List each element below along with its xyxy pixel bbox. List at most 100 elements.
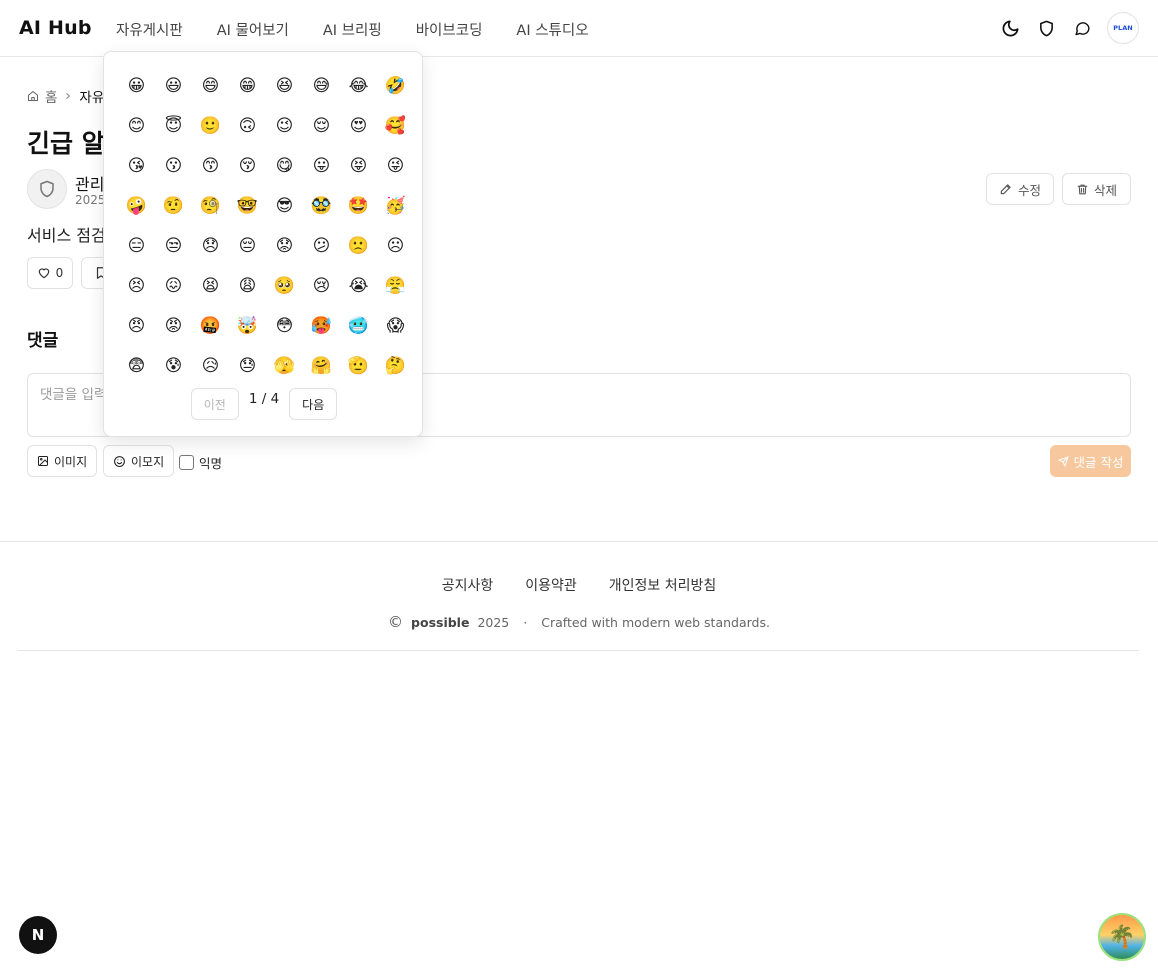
- emoji-option[interactable]: 😆: [266, 66, 303, 106]
- island-widget-button[interactable]: 🌴: [1098, 913, 1146, 961]
- emoji-option[interactable]: 😁: [229, 66, 266, 106]
- emoji-option[interactable]: 😓: [229, 346, 266, 386]
- emoji-option[interactable]: 😟: [266, 226, 303, 266]
- emoji-option[interactable]: 🥶: [340, 306, 377, 346]
- nav-item-free-board[interactable]: 자유게시판: [116, 19, 183, 40]
- emoji-next-button[interactable]: 다음: [289, 388, 338, 420]
- footer-copyright: © possible 2025 · Crafted with modern we…: [0, 613, 1158, 631]
- emoji-option[interactable]: 😂: [340, 66, 377, 106]
- emoji-option[interactable]: 😰: [155, 346, 192, 386]
- emoji-option[interactable]: 🤩: [340, 186, 377, 226]
- emoji-option[interactable]: 😥: [192, 346, 229, 386]
- emoji-option[interactable]: 😜: [377, 146, 414, 186]
- image-icon: [38, 456, 48, 466]
- emoji-prev-button[interactable]: 이전: [190, 388, 239, 420]
- emoji-option[interactable]: 😍: [340, 106, 377, 146]
- emoji-option[interactable]: 😀: [118, 66, 155, 106]
- emoji-option[interactable]: 😢: [303, 266, 340, 306]
- image-upload-button[interactable]: 이미지: [27, 445, 98, 477]
- edit-button[interactable]: 수정: [986, 173, 1054, 205]
- emoji-option[interactable]: 🥳: [377, 186, 414, 226]
- emoji-option[interactable]: 🫡: [340, 346, 377, 386]
- breadcrumb-home[interactable]: 홈: [45, 86, 57, 106]
- emoji-option[interactable]: 😖: [155, 266, 192, 306]
- author-avatar: [27, 169, 67, 209]
- emoji-option[interactable]: 😋: [266, 146, 303, 186]
- emoji-option[interactable]: 😌: [303, 106, 340, 146]
- emoji-option[interactable]: 😗: [155, 146, 192, 186]
- footer-link-terms[interactable]: 이용약관: [525, 575, 577, 595]
- emoji-option[interactable]: 🥺: [266, 266, 303, 306]
- smile-icon: [114, 455, 125, 467]
- user-avatar[interactable]: PLAN: [1107, 12, 1139, 44]
- n-logo: N: [31, 926, 45, 944]
- emoji-option[interactable]: 😞: [192, 226, 229, 266]
- emoji-option[interactable]: 🤗: [303, 346, 340, 386]
- emoji-option[interactable]: 😝: [340, 146, 377, 186]
- emoji-option[interactable]: 🙂: [192, 106, 229, 146]
- emoji-option[interactable]: 🥸: [303, 186, 340, 226]
- emoji-option[interactable]: 😫: [192, 266, 229, 306]
- emoji-option[interactable]: 😇: [155, 106, 192, 146]
- emoji-option[interactable]: 😘: [118, 146, 155, 186]
- emoji-option[interactable]: 🤯: [229, 306, 266, 346]
- admin-button[interactable]: [1035, 12, 1057, 44]
- emoji-option[interactable]: 🧐: [192, 186, 229, 226]
- emoji-option[interactable]: 😱: [377, 306, 414, 346]
- breadcrumb-current[interactable]: 자유: [79, 86, 104, 106]
- next-devtools-button[interactable]: N: [19, 916, 57, 954]
- delete-button[interactable]: 삭제: [1062, 173, 1131, 205]
- theme-toggle-button[interactable]: [999, 12, 1021, 44]
- submit-comment-button[interactable]: 댓글 작성: [1050, 445, 1131, 477]
- emoji-option[interactable]: 😕: [303, 226, 340, 266]
- emoji-option[interactable]: 😛: [303, 146, 340, 186]
- site-logo[interactable]: AI Hub: [19, 17, 92, 39]
- emoji-option[interactable]: 😣: [118, 266, 155, 306]
- emoji-option[interactable]: 😒: [155, 226, 192, 266]
- emoji-option[interactable]: 😳: [266, 306, 303, 346]
- footer-link-privacy[interactable]: 개인정보 처리방침: [609, 575, 717, 595]
- messages-button[interactable]: [1071, 12, 1093, 44]
- like-button[interactable]: 0: [27, 257, 73, 289]
- top-bar: AI Hub 자유게시판 AI 물어보기 AI 브리핑 바이브코딩 AI 스튜디…: [0, 0, 1158, 57]
- footer-links: 공지사항 이용약관 개인정보 처리방침: [0, 575, 1158, 595]
- nav-item-vibe-coding[interactable]: 바이브코딩: [416, 19, 483, 40]
- emoji-button[interactable]: 이모지: [103, 445, 175, 477]
- delete-label: 삭제: [1093, 182, 1117, 198]
- emoji-option[interactable]: 😉: [266, 106, 303, 146]
- emoji-option[interactable]: 🫣: [266, 346, 303, 386]
- emoji-option[interactable]: 🤓: [229, 186, 266, 226]
- emoji-option[interactable]: 😅: [303, 66, 340, 106]
- nav-item-ai-ask[interactable]: AI 물어보기: [217, 19, 289, 40]
- emoji-option[interactable]: 😠: [118, 306, 155, 346]
- emoji-option[interactable]: 😊: [118, 106, 155, 146]
- anonymous-option[interactable]: 익명: [179, 453, 222, 472]
- anonymous-checkbox[interactable]: [179, 455, 194, 470]
- emoji-option[interactable]: 🤣: [377, 66, 414, 106]
- emoji-option[interactable]: 🥰: [377, 106, 414, 146]
- emoji-option[interactable]: 🤔: [377, 346, 414, 386]
- nav-item-ai-briefing[interactable]: AI 브리핑: [323, 19, 382, 40]
- emoji-option[interactable]: 🙃: [229, 106, 266, 146]
- emoji-option[interactable]: ☹: [377, 226, 414, 266]
- emoji-option[interactable]: 😎: [266, 186, 303, 226]
- emoji-option[interactable]: 😃: [155, 66, 192, 106]
- emoji-option[interactable]: 😙: [192, 146, 229, 186]
- emoji-option[interactable]: 🤬: [192, 306, 229, 346]
- footer-link-notice[interactable]: 공지사항: [442, 575, 494, 595]
- emoji-option[interactable]: 🤨: [155, 186, 192, 226]
- emoji-option[interactable]: 😔: [229, 226, 266, 266]
- emoji-option[interactable]: 😨: [118, 346, 155, 386]
- emoji-option[interactable]: 🤪: [118, 186, 155, 226]
- emoji-option[interactable]: 😤: [377, 266, 414, 306]
- emoji-option[interactable]: 😭: [340, 266, 377, 306]
- emoji-option[interactable]: 😡: [155, 306, 192, 346]
- emoji-option[interactable]: 🥵: [303, 306, 340, 346]
- emoji-option[interactable]: 😩: [229, 266, 266, 306]
- nav-item-ai-studio[interactable]: AI 스튜디오: [516, 19, 588, 40]
- send-icon: [1057, 455, 1069, 467]
- emoji-option[interactable]: 😑: [118, 226, 155, 266]
- emoji-option[interactable]: 😄: [192, 66, 229, 106]
- emoji-option[interactable]: 😚: [229, 146, 266, 186]
- emoji-option[interactable]: 🙁: [340, 226, 377, 266]
